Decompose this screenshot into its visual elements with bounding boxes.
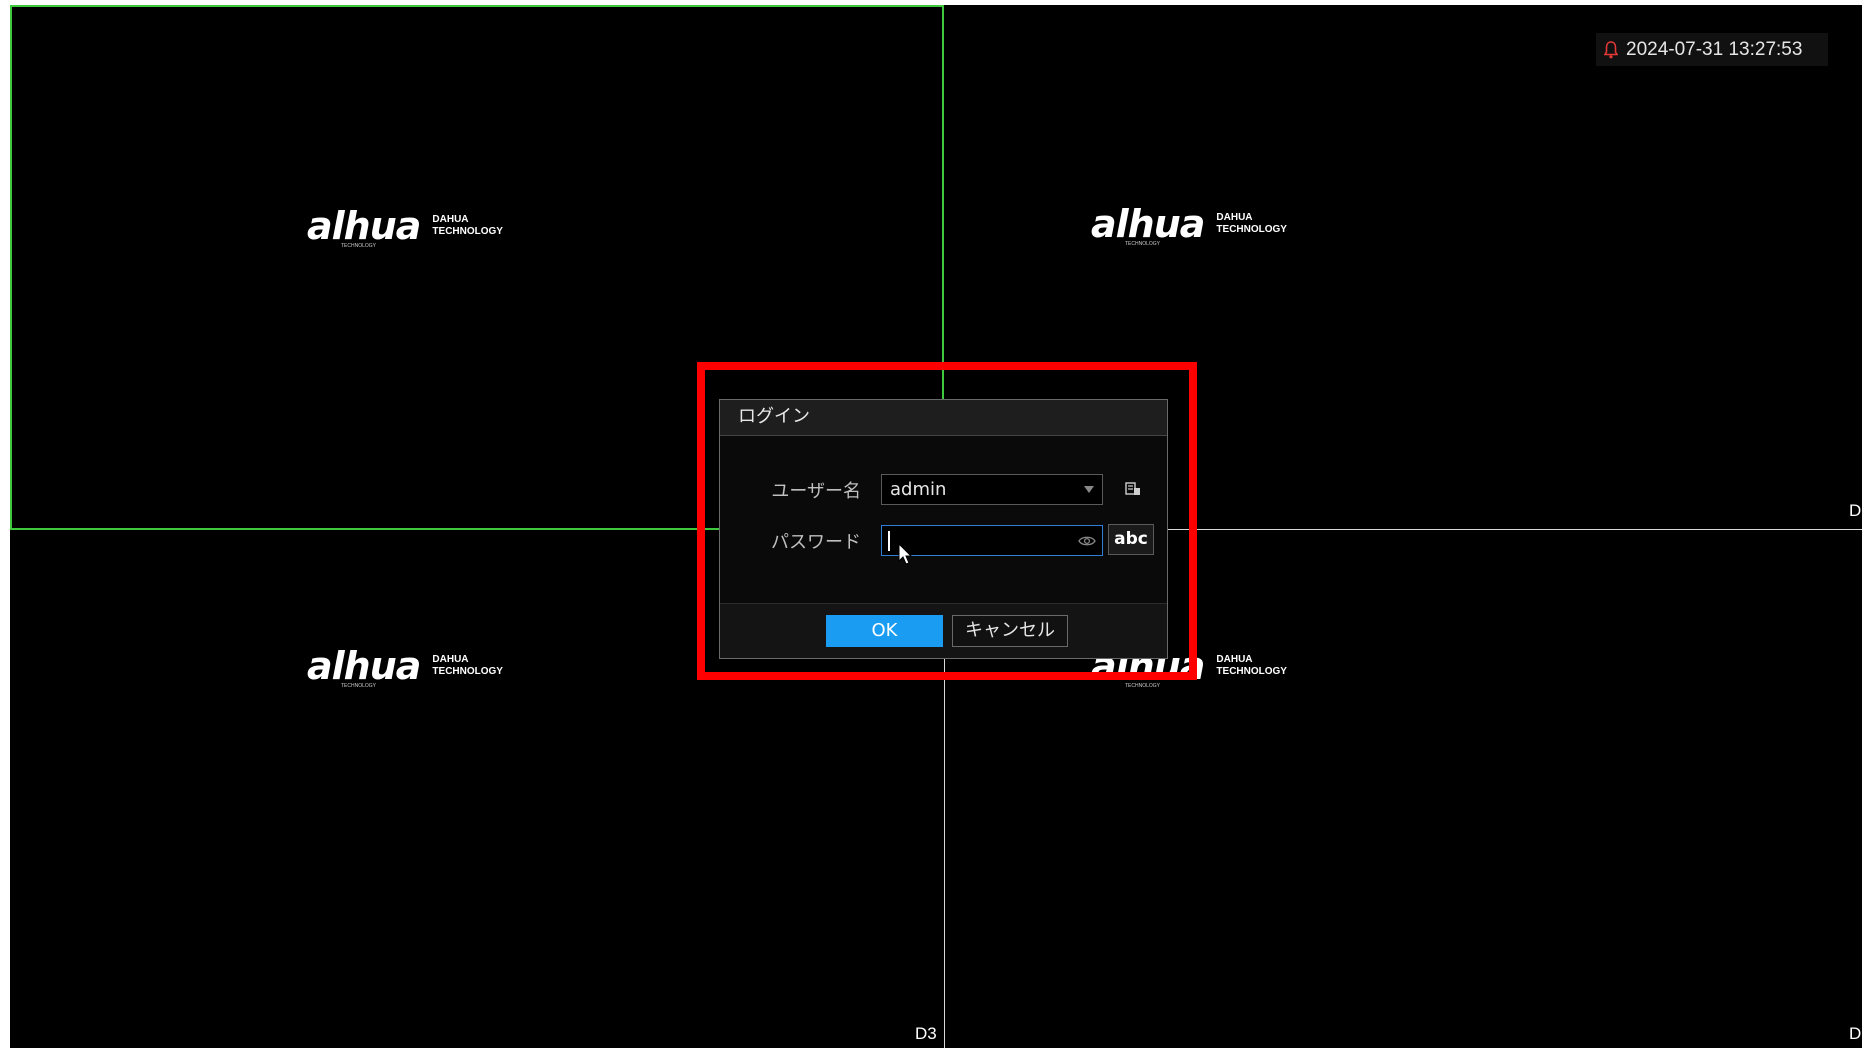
logo-tagline: TECHNOLOGY xyxy=(341,683,377,689)
channel-label: D3 xyxy=(915,1024,937,1043)
logo-sub-line1: DAHUA xyxy=(432,214,469,225)
logo-sub-line1: DAHUA xyxy=(432,654,469,665)
channel-label: D xyxy=(1849,501,1862,520)
logo-subtitle: DAHUA TECHNOLOGY xyxy=(1216,654,1287,678)
logo-sub-line1: DAHUA xyxy=(1216,654,1253,665)
logo-tagline: TECHNOLOGY xyxy=(341,243,377,249)
logo-tagline: TECHNOLOGY xyxy=(1125,683,1161,689)
dialog-footer: OK キャンセル xyxy=(720,603,1167,658)
nvr-screen: alhua DAHUA TECHNOLOGY TECHNOLOGY alhua … xyxy=(0,0,1862,1048)
datetime-text: 2024-07-31 13:27:53 xyxy=(1626,38,1803,60)
logo-tagline: TECHNOLOGY xyxy=(1125,241,1161,247)
dahua-logo: alhua DAHUA TECHNOLOGY TECHNOLOGY xyxy=(307,644,503,689)
bell-icon xyxy=(1604,40,1618,58)
logo-sub-line2: TECHNOLOGY xyxy=(432,666,503,677)
input-mode-button[interactable]: abc xyxy=(1108,524,1154,555)
logo-brand: alhua xyxy=(307,644,421,688)
username-value: admin xyxy=(890,479,947,500)
username-select[interactable]: admin xyxy=(881,474,1103,505)
datetime-display: 2024-07-31 13:27:53 xyxy=(1596,33,1828,66)
logo-subtitle: DAHUA TECHNOLOGY xyxy=(432,654,503,678)
cancel-button[interactable]: キャンセル xyxy=(952,615,1068,647)
login-dialog: ログイン ユーザー名 admin パスワード abc OK キャンセル xyxy=(719,399,1168,659)
ok-button[interactable]: OK xyxy=(826,615,943,647)
logo-brand: alhua xyxy=(307,204,421,248)
logo-sub-line2: TECHNOLOGY xyxy=(1216,666,1287,677)
logo-sub-line2: TECHNOLOGY xyxy=(1216,224,1287,235)
logo-sub-line2: TECHNOLOGY xyxy=(432,226,503,237)
username-label: ユーザー名 xyxy=(771,481,861,502)
text-caret xyxy=(888,531,890,551)
password-field[interactable] xyxy=(881,525,1103,556)
dahua-logo: alhua DAHUA TECHNOLOGY TECHNOLOGY xyxy=(1091,202,1287,247)
password-label: パスワード xyxy=(771,532,861,553)
logo-subtitle: DAHUA TECHNOLOGY xyxy=(1216,212,1287,236)
mouse-pointer-icon xyxy=(898,543,913,565)
eye-icon[interactable] xyxy=(1078,534,1096,548)
chevron-down-icon[interactable] xyxy=(1084,486,1094,493)
channel-label: D xyxy=(1849,1024,1862,1043)
dialog-title: ログイン xyxy=(720,400,1167,436)
logo-subtitle: DAHUA TECHNOLOGY xyxy=(432,214,503,238)
dahua-logo: alhua DAHUA TECHNOLOGY TECHNOLOGY xyxy=(307,204,503,249)
user-list-icon[interactable] xyxy=(1125,481,1141,497)
logo-sub-line1: DAHUA xyxy=(1216,212,1253,223)
logo-brand: alhua xyxy=(1091,202,1205,246)
